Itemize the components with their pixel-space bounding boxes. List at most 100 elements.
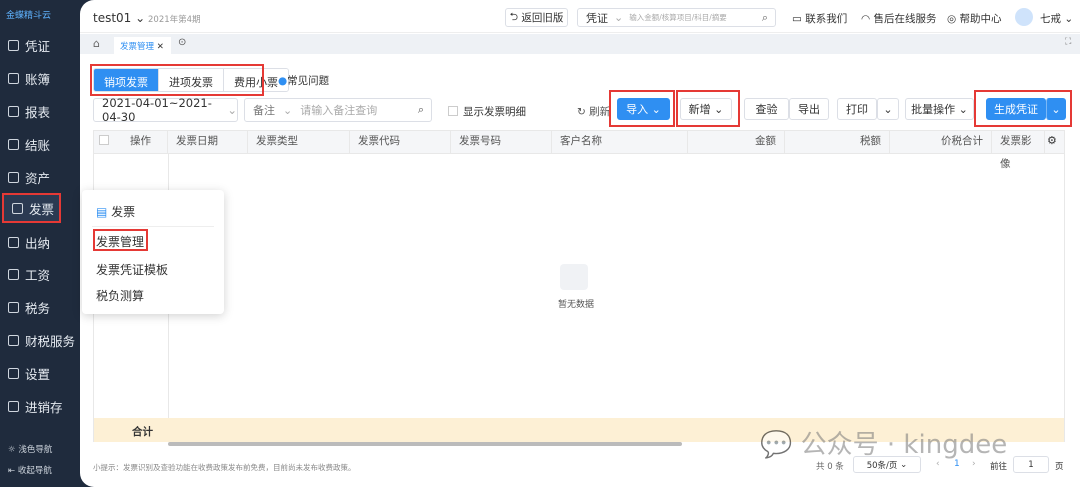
sidebar-item-6[interactable]: 出纳 <box>0 227 82 257</box>
column-header: 税额 <box>785 130 890 153</box>
sidebar-item-label: 结账 <box>25 137 51 153</box>
total-label: 合计 <box>132 426 153 438</box>
search-input[interactable]: 输入金额/核算项目/科目/摘要 <box>629 12 727 23</box>
select-all-checkbox[interactable] <box>99 135 109 145</box>
sidebar-item-7[interactable]: 工资 <box>0 259 82 289</box>
column-header: 发票类型 <box>248 130 350 153</box>
sidebar-item-label: 财税服务 <box>25 333 76 349</box>
column-header: 发票日期 <box>168 130 248 153</box>
goto-label: 前往 <box>990 462 1008 472</box>
sidebar-item-4[interactable]: 资产 <box>0 162 82 192</box>
sidebar-item-10[interactable]: 设置 <box>0 358 82 388</box>
footer-tip: 小提示：发票识别及查验功能在收费政策发布前免费，目前尚未发布收费政策。 <box>93 463 356 472</box>
collapse-nav-label: 收起导航 <box>17 466 52 476</box>
column-header: 发票代码 <box>350 130 451 153</box>
menu-icon <box>12 202 23 214</box>
sidebar-item-label: 进销存 <box>25 399 63 415</box>
user-menu[interactable]: 七戒 ⌄ <box>1040 11 1073 26</box>
collapse-nav-button[interactable]: ⇤ 收起导航 <box>8 464 52 476</box>
flyout-item-tax-burden[interactable]: 税负测算 <box>96 287 144 304</box>
light-nav-toggle[interactable]: ☼ 浅色导航 <box>8 443 52 455</box>
column-settings-icon[interactable]: ⚙ <box>1047 134 1057 147</box>
contact-us-link[interactable]: ▭ 联系我们 <box>792 11 847 26</box>
main-panel: test01 ⌄ 2021年第4期 ⮌ 返回旧版 凭证 ⌄ 输入金额/核算项目/科… <box>80 0 1080 487</box>
fullscreen-icon[interactable]: ⛶ <box>1065 37 1071 47</box>
refresh-button[interactable]: ↻ 刷新 <box>577 104 610 119</box>
menu-icon <box>8 334 19 346</box>
top-header: test01 ⌄ 2021年第4期 ⮌ 返回旧版 凭证 ⌄ 输入金额/核算项目/科… <box>80 0 1080 33</box>
after-sales-link[interactable]: ◠ 售后在线服务 <box>861 11 937 26</box>
account-selector[interactable]: test01 ⌄ <box>93 11 145 25</box>
sidebar-item-label: 凭证 <box>25 38 51 54</box>
menu-icon <box>8 39 19 51</box>
menu-icon <box>8 367 19 379</box>
total-count: 共 0 条 <box>816 462 844 472</box>
menu-icon <box>8 138 19 150</box>
sidebar-item-label: 报表 <box>25 104 51 120</box>
show-detail-checkbox[interactable]: 显示发票明细 <box>448 104 526 119</box>
remark-filter[interactable]: 备注 ⌄ 请输入备注查询 ⌕ <box>244 98 432 122</box>
flyout-item-voucher-template[interactable]: 发票凭证模板 <box>96 261 168 278</box>
print-button[interactable]: 打印 <box>837 98 877 120</box>
column-header: 发票号码 <box>451 130 552 153</box>
back-old-version-button[interactable]: ⮌ 返回旧版 <box>505 8 568 27</box>
refresh-icon: ↻ <box>577 106 586 118</box>
column-header: 客户名称 <box>552 130 688 153</box>
menu-icon <box>8 301 19 313</box>
menu-icon <box>8 72 19 84</box>
sidebar-item-0[interactable]: 凭证 <box>0 30 82 60</box>
empty-data-icon <box>560 264 588 290</box>
print-dropdown[interactable]: ⌄ <box>877 98 899 120</box>
sidebar-item-3[interactable]: 结账 <box>0 129 82 159</box>
tab-bar: ⌂ 发票管理 ✕ ⊙ ⛶ <box>80 34 1080 54</box>
chevron-down-circle-icon[interactable]: ⊙ <box>178 37 186 48</box>
batch-operations-button[interactable]: 批量操作 ⌄ <box>905 98 974 120</box>
search-icon[interactable]: ⌕ <box>418 103 424 117</box>
sidebar-item-8[interactable]: 税务 <box>0 292 82 322</box>
tab-invoice-management[interactable]: 发票管理 ✕ <box>114 37 171 54</box>
help-center-link[interactable]: ◎ 帮助中心 <box>947 11 1002 26</box>
invoice-flyout-menu: ▤ 发票 发票管理 发票凭证模板 税负测算 <box>82 190 224 314</box>
sidebar-item-1[interactable]: 账簿 <box>0 63 82 93</box>
invoice-icon: ▤ <box>96 205 108 219</box>
filter-field-select[interactable]: 备注 <box>253 102 275 118</box>
light-nav-label: 浅色导航 <box>18 445 53 455</box>
global-search[interactable]: 凭证 ⌄ 输入金额/核算项目/科目/摘要 ⌕ <box>577 8 776 27</box>
remark-search-input[interactable]: 请输入备注查询 <box>300 102 377 118</box>
sidebar-item-label: 设置 <box>25 366 51 382</box>
menu-icon <box>8 268 19 280</box>
column-header: 金额 <box>688 130 785 153</box>
search-icon[interactable]: ⌕ <box>762 11 768 25</box>
watermark: 💬 公众号 · kingdee <box>760 430 1008 460</box>
home-icon[interactable]: ⌂ <box>93 37 100 50</box>
sidebar-item-label: 工资 <box>25 267 51 283</box>
sidebar-item-5[interactable]: 发票 <box>2 193 61 223</box>
menu-icon <box>8 105 19 117</box>
brand-logo: 金蝶精斗云 <box>6 11 52 21</box>
sidebar-item-9[interactable]: 财税服务 <box>0 325 82 355</box>
menu-icon <box>8 400 19 412</box>
search-type-select[interactable]: 凭证 <box>586 10 608 26</box>
export-button[interactable]: 导出 <box>789 98 829 120</box>
horizontal-scrollbar[interactable] <box>168 442 682 446</box>
menu-icon <box>8 236 19 248</box>
sidebar-item-label: 出纳 <box>25 235 51 251</box>
question-icon: ● <box>278 75 288 87</box>
date-range-picker[interactable]: 2021-04-01~2021-04-30 ⌄ <box>93 96 238 124</box>
wechat-icon: 💬 <box>760 430 793 460</box>
sidebar-item-11[interactable]: 进销存 <box>0 391 82 421</box>
empty-text: 暂无数据 <box>558 300 595 310</box>
sidebar-item-label: 税务 <box>25 300 51 316</box>
verify-button[interactable]: 查验 <box>744 98 789 120</box>
close-icon[interactable]: ✕ <box>157 42 164 52</box>
faq-link[interactable]: ●常见问题 <box>278 73 329 88</box>
sidebar-item-label: 账簿 <box>25 71 51 87</box>
avatar[interactable] <box>1015 8 1033 26</box>
page-unit: 页 <box>1055 462 1064 472</box>
goto-page-input[interactable]: 1 <box>1013 456 1049 473</box>
column-header: 操作 <box>122 130 168 153</box>
sidebar-item-2[interactable]: 报表 <box>0 96 82 126</box>
sidebar-item-label: 资产 <box>25 170 51 186</box>
column-header: 发票影像 <box>992 130 1045 170</box>
flyout-title: ▤ 发票 <box>96 205 136 219</box>
